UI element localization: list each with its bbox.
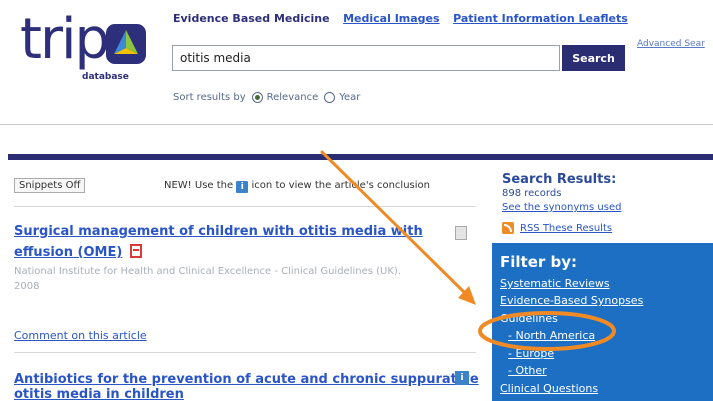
comment-link[interactable]: Comment on this article bbox=[14, 329, 147, 342]
result-title-line[interactable]: effusion (OME) bbox=[14, 243, 143, 263]
info-icon: i bbox=[236, 181, 249, 193]
snippets-off-button[interactable]: Snippets Off bbox=[14, 178, 86, 193]
nav-evidence-based[interactable]: Evidence Based Medicine bbox=[173, 12, 330, 25]
logo-subtitle: database bbox=[82, 72, 129, 82]
filter-north-america[interactable]: - North America bbox=[508, 329, 595, 342]
result-title-line[interactable]: otitis media in children bbox=[14, 385, 184, 401]
header-divider bbox=[0, 124, 713, 125]
results-divider bbox=[14, 206, 476, 207]
filter-evidence-based-synopses[interactable]: Evidence-Based Synopses bbox=[500, 294, 643, 307]
pdf-icon[interactable] bbox=[130, 244, 143, 258]
result-source-line: National Institute for Health and Clinic… bbox=[14, 266, 402, 277]
synonyms-link[interactable]: See the synonyms used bbox=[502, 202, 621, 213]
sort-relevance-radio[interactable] bbox=[251, 92, 263, 103]
advanced-search-link[interactable]: Advanced Sear bbox=[637, 39, 705, 49]
sort-year-label[interactable]: Year bbox=[339, 92, 360, 103]
filter-clinical-questions[interactable]: Clinical Questions bbox=[500, 382, 598, 395]
sort-relevance-label[interactable]: Relevance bbox=[267, 92, 319, 103]
result-title-text[interactable]: effusion (OME) bbox=[14, 245, 122, 260]
new-feature-note-end: icon to view the article's conclusion bbox=[251, 180, 430, 191]
result-source: National Institute for Health and Clinic… bbox=[14, 264, 474, 294]
search-button[interactable]: Search bbox=[562, 45, 625, 71]
rss-label[interactable]: RSS These Results bbox=[520, 223, 612, 234]
result-divider bbox=[14, 352, 476, 353]
filter-panel: Filter by: Systematic Reviews Evidence-B… bbox=[492, 243, 713, 401]
rss-icon bbox=[502, 222, 514, 234]
logo-pyramid-icon bbox=[106, 24, 146, 64]
logo-wordmark: trip bbox=[20, 7, 110, 72]
sort-options: Sort results by Relevance Year bbox=[173, 92, 360, 103]
search-results-heading: Search Results: bbox=[502, 172, 617, 187]
sort-label: Sort results by bbox=[173, 92, 246, 103]
document-icon[interactable] bbox=[455, 226, 467, 240]
filter-guidelines: Guidelines bbox=[500, 312, 558, 325]
conclusion-info-icon[interactable]: i bbox=[455, 371, 469, 385]
filter-systematic-reviews[interactable]: Systematic Reviews bbox=[500, 277, 610, 290]
filter-heading: Filter by: bbox=[500, 253, 578, 271]
record-count: 898 records bbox=[502, 188, 562, 199]
sort-year-radio[interactable] bbox=[324, 92, 336, 103]
top-nav: Evidence Based Medicine Medical Images P… bbox=[173, 12, 638, 25]
nav-patient-leaflets[interactable]: Patient Information Leaflets bbox=[453, 12, 628, 25]
new-feature-note: NEW! Use the i icon to view the article'… bbox=[164, 180, 430, 193]
result-year: 2008 bbox=[14, 281, 40, 292]
search-input[interactable] bbox=[172, 45, 560, 71]
nav-medical-images[interactable]: Medical Images bbox=[343, 12, 439, 25]
rss-link[interactable]: RSS These Results bbox=[502, 222, 612, 234]
trip-database-logo[interactable]: trip database bbox=[20, 12, 155, 88]
new-feature-note-start: NEW! Use the bbox=[164, 180, 234, 191]
filter-europe[interactable]: - Europe bbox=[508, 347, 554, 360]
result-title-line[interactable]: Surgical management of children with oti… bbox=[14, 222, 423, 242]
filter-other[interactable]: - Other bbox=[508, 364, 547, 377]
content-top-bar bbox=[8, 154, 713, 160]
